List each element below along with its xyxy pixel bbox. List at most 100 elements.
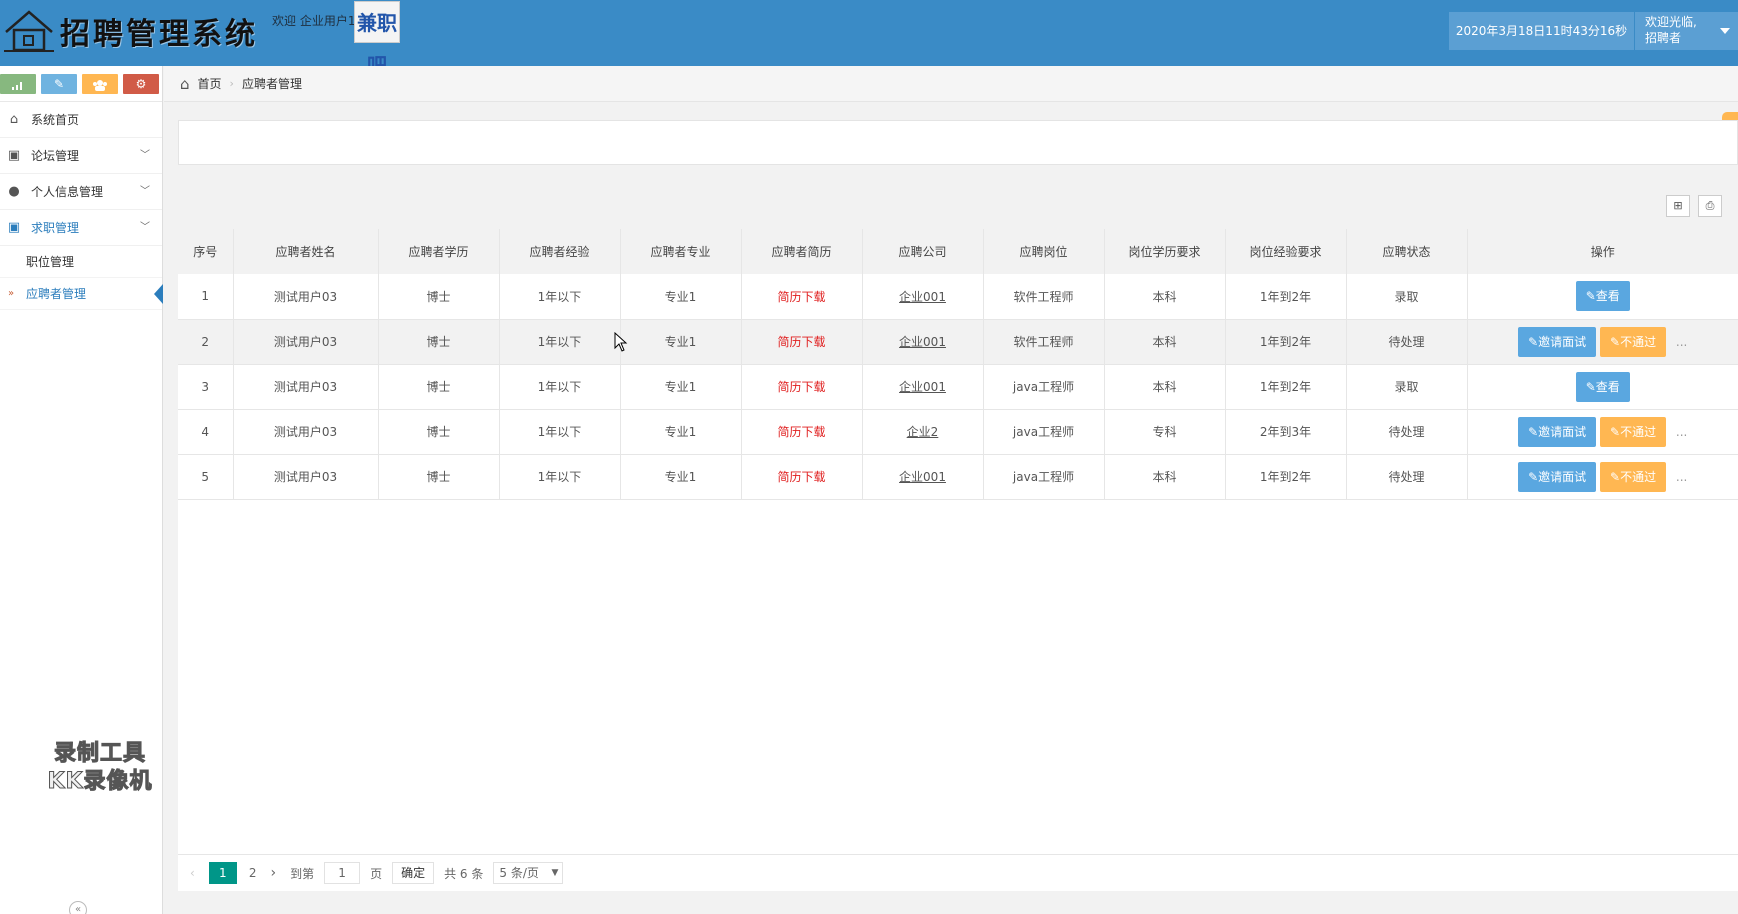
sidebar-item-label: 求职管理: [31, 221, 80, 235]
table-row: 4 测试用户03 博士 1年以下 专业1 简历下载 企业2 java工程师 专科…: [178, 409, 1738, 454]
more-actions-icon[interactable]: ...: [1676, 425, 1687, 439]
column-header[interactable]: 应聘公司: [862, 229, 984, 274]
edit-icon: ✎: [1610, 424, 1621, 439]
column-header[interactable]: 岗位经验要求: [1225, 229, 1347, 274]
column-header[interactable]: 应聘者专业: [620, 229, 742, 274]
page-unit-label: 页: [370, 866, 383, 881]
page-size-select[interactable]: 5 条/页 ▼: [493, 862, 564, 884]
sidebar-item-jobs[interactable]: ▣ 求职管理 ﹀: [0, 210, 162, 246]
search-area: [178, 120, 1738, 165]
edit-icon: ✎: [1528, 334, 1539, 349]
sidebar-item-label: 论坛管理: [31, 149, 80, 163]
breadcrumb-current: 应聘者管理: [241, 76, 302, 91]
cell-job: 软件工程师: [983, 319, 1105, 364]
invite-button-label: 邀请面试: [1538, 469, 1587, 484]
pencil-icon[interactable]: ✎: [41, 74, 77, 94]
app-logo: 招聘管理系统: [4, 6, 258, 56]
reject-button[interactable]: ✎不通过: [1600, 326, 1667, 357]
resume-download-link[interactable]: 简历下载: [741, 319, 863, 364]
cell-company[interactable]: 企业001: [862, 319, 984, 364]
cell-name: 测试用户03: [233, 319, 379, 364]
home-icon: ⌂: [180, 74, 190, 93]
goto-confirm-button[interactable]: 确定: [392, 862, 435, 884]
prev-page-icon[interactable]: ‹: [190, 866, 195, 880]
page-button-current[interactable]: 1: [208, 862, 237, 884]
cell-major: 专业1: [620, 319, 742, 364]
cell-job-exp: 1年到2年: [1225, 274, 1347, 319]
reject-button[interactable]: ✎不通过: [1600, 461, 1667, 492]
cell-status: 待处理: [1346, 454, 1468, 499]
resume-download-link[interactable]: 简历下载: [741, 364, 863, 409]
view-button[interactable]: ✎查看: [1575, 281, 1630, 312]
edit-icon: ✎: [1528, 469, 1539, 484]
cell-exp: 1年以下: [499, 274, 621, 319]
more-actions-icon[interactable]: ...: [1676, 335, 1687, 349]
header-right: 2020年3月18日11时43分16秒 欢迎光临, 招聘者: [1449, 12, 1738, 50]
cell-status: 待处理: [1346, 409, 1468, 454]
invite-interview-button[interactable]: ✎邀请面试: [1518, 461, 1597, 492]
sidebar: ✎ ⚙ ⌂ 系统首页 ▣ 论坛管理 ﹀ ● 个人信息管理 ﹀ ▣ 求职管理 ﹀ …: [0, 66, 163, 914]
cell-company[interactable]: 企业001: [862, 454, 984, 499]
reject-button[interactable]: ✎不通过: [1600, 416, 1667, 447]
cogs-icon[interactable]: ⚙: [123, 74, 159, 94]
page-button-2[interactable]: 2: [249, 866, 257, 880]
resume-download-link[interactable]: 简历下载: [741, 274, 863, 319]
columns-filter-icon[interactable]: ⊞: [1666, 195, 1690, 217]
breadcrumb-home-link[interactable]: 首页: [198, 66, 222, 102]
users-icon[interactable]: [82, 74, 118, 94]
sidebar-subitem-positions[interactable]: 职位管理: [0, 246, 162, 278]
column-header[interactable]: 应聘岗位: [983, 229, 1105, 274]
resume-download-link[interactable]: 简历下载: [741, 409, 863, 454]
more-actions-icon[interactable]: ...: [1676, 470, 1687, 484]
goto-page-input[interactable]: 1: [324, 862, 361, 884]
breadcrumb: ⌂ 首页 › 应聘者管理: [164, 66, 1738, 102]
page-size-value: 5 条/页: [499, 866, 539, 880]
cell-exp: 1年以下: [499, 409, 621, 454]
sidebar-item-home[interactable]: ⌂ 系统首页: [0, 102, 162, 138]
cell-job-edu: 本科: [1104, 274, 1226, 319]
cell-company[interactable]: 企业001: [862, 274, 984, 319]
edit-icon: ✎: [1610, 334, 1621, 349]
column-header[interactable]: 应聘者简历: [741, 229, 863, 274]
cell-edu: 博士: [378, 409, 500, 454]
applicants-table-panel: ⊞ ⎙ 序号 应聘者姓名 应聘者学历 应聘者经验 应聘者专业 应聘者简历 应聘公…: [178, 183, 1738, 891]
sidebar-subitem-applicants[interactable]: » 应聘者管理: [0, 278, 163, 310]
invite-interview-button[interactable]: ✎邀请面试: [1518, 416, 1597, 447]
invite-button-label: 邀请面试: [1538, 334, 1587, 349]
print-icon[interactable]: ⎙: [1698, 195, 1722, 217]
caret-down-icon: [1720, 28, 1730, 34]
column-header[interactable]: 应聘状态: [1346, 229, 1468, 274]
cell-major: 专业1: [620, 409, 742, 454]
user-menu-dropdown[interactable]: 欢迎光临, 招聘者: [1635, 12, 1738, 50]
column-header[interactable]: 应聘者姓名: [233, 229, 379, 274]
resume-download-link[interactable]: 简历下载: [741, 454, 863, 499]
column-header[interactable]: 应聘者学历: [378, 229, 500, 274]
house-icon: [4, 8, 64, 54]
caret-down-icon: ▼: [551, 868, 559, 878]
cell-status: 待处理: [1346, 319, 1468, 364]
edit-icon: ✎: [1528, 424, 1539, 439]
cell-edu: 博士: [378, 454, 500, 499]
column-header[interactable]: 序号: [178, 229, 234, 274]
total-count: 共 6 条: [444, 866, 484, 881]
signal-icon[interactable]: [0, 74, 36, 94]
cell-no: 3: [178, 364, 234, 409]
view-button-label: 查看: [1595, 289, 1620, 304]
cell-job-edu: 本科: [1104, 454, 1226, 499]
sidebar-shortcuts: ✎ ⚙: [0, 66, 162, 102]
cell-major: 专业1: [620, 274, 742, 319]
invite-interview-button[interactable]: ✎邀请面试: [1518, 326, 1597, 357]
view-button[interactable]: ✎查看: [1575, 371, 1630, 402]
next-page-icon[interactable]: ›: [270, 865, 276, 881]
table-row: 5 测试用户03 博士 1年以下 专业1 简历下载 企业001 java工程师 …: [178, 454, 1738, 499]
column-header[interactable]: 岗位学历要求: [1104, 229, 1226, 274]
cell-company[interactable]: 企业001: [862, 364, 984, 409]
sidebar-item-forum[interactable]: ▣ 论坛管理 ﹀: [0, 138, 162, 174]
cell-company[interactable]: 企业2: [862, 409, 984, 454]
cell-actions: ✎邀请面试 ✎不通过 ...: [1467, 319, 1738, 364]
chevron-down-icon: ﹀: [140, 186, 150, 197]
cell-status: 录取: [1346, 364, 1468, 409]
sidebar-item-profile[interactable]: ● 个人信息管理 ﹀: [0, 174, 162, 210]
column-header[interactable]: 应聘者经验: [499, 229, 621, 274]
sidebar-collapse-icon[interactable]: «: [69, 901, 87, 914]
